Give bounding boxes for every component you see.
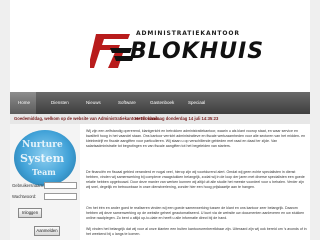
image-word-nurture: Nurture bbox=[22, 140, 63, 150]
nav-item-gastenboek[interactable]: Gastenboek bbox=[150, 92, 174, 114]
username-input[interactable] bbox=[44, 182, 77, 189]
site-logo[interactable]: ADMINISTRATIEKANTOOR BLOKHUIS bbox=[90, 28, 263, 72]
password-input[interactable] bbox=[44, 193, 77, 200]
main-nav: Home Diensten Nieuws Software Gastenboek… bbox=[10, 92, 310, 114]
username-label: Gebruikersnaam: bbox=[12, 183, 45, 188]
site-header: ADMINISTRATIEKANTOOR BLOKHUIS bbox=[10, 0, 310, 92]
main-content: Wij zijn een zelfstandig opererend, klan… bbox=[80, 124, 310, 240]
password-label: Wachtwoord: bbox=[12, 194, 37, 199]
collaboration-paragraph: Om het één en ander goed te realiseren v… bbox=[86, 206, 305, 220]
image-word-system: System bbox=[20, 152, 65, 165]
login-button[interactable]: Inloggen bbox=[18, 208, 42, 218]
logo-emblem-icon bbox=[90, 34, 134, 68]
nav-item-home[interactable]: Home bbox=[18, 92, 30, 114]
intro-paragraph: Wij zijn een zelfstandig opererend, klan… bbox=[86, 129, 306, 148]
nav-item-speciaal[interactable]: Speciaal bbox=[188, 92, 205, 114]
nav-item-diensten[interactable]: Diensten bbox=[51, 92, 69, 114]
nav-item-nieuws[interactable]: Nieuws bbox=[86, 92, 101, 114]
status-bar: Goedemiddag, welkom op de website van Ad… bbox=[10, 114, 310, 124]
logo-subtitle: ADMINISTRATIEKANTOOR bbox=[136, 30, 240, 37]
register-button[interactable]: Aanmelden bbox=[34, 226, 60, 236]
nav-item-software[interactable]: Software bbox=[118, 92, 136, 114]
current-date: Het is vandaag donderdag 14 juli 14:35:2… bbox=[135, 116, 219, 121]
availability-paragraph: Wij vinden het belangrijk dat wij voor a… bbox=[86, 227, 307, 236]
logo-title: BLOKHUIS bbox=[130, 39, 265, 64]
image-word-team: Team bbox=[32, 167, 56, 177]
specialists-paragraph: De financiën en fiscaal gebied veranderd… bbox=[86, 170, 305, 189]
teamwork-image: Nurture System Team bbox=[14, 130, 76, 186]
